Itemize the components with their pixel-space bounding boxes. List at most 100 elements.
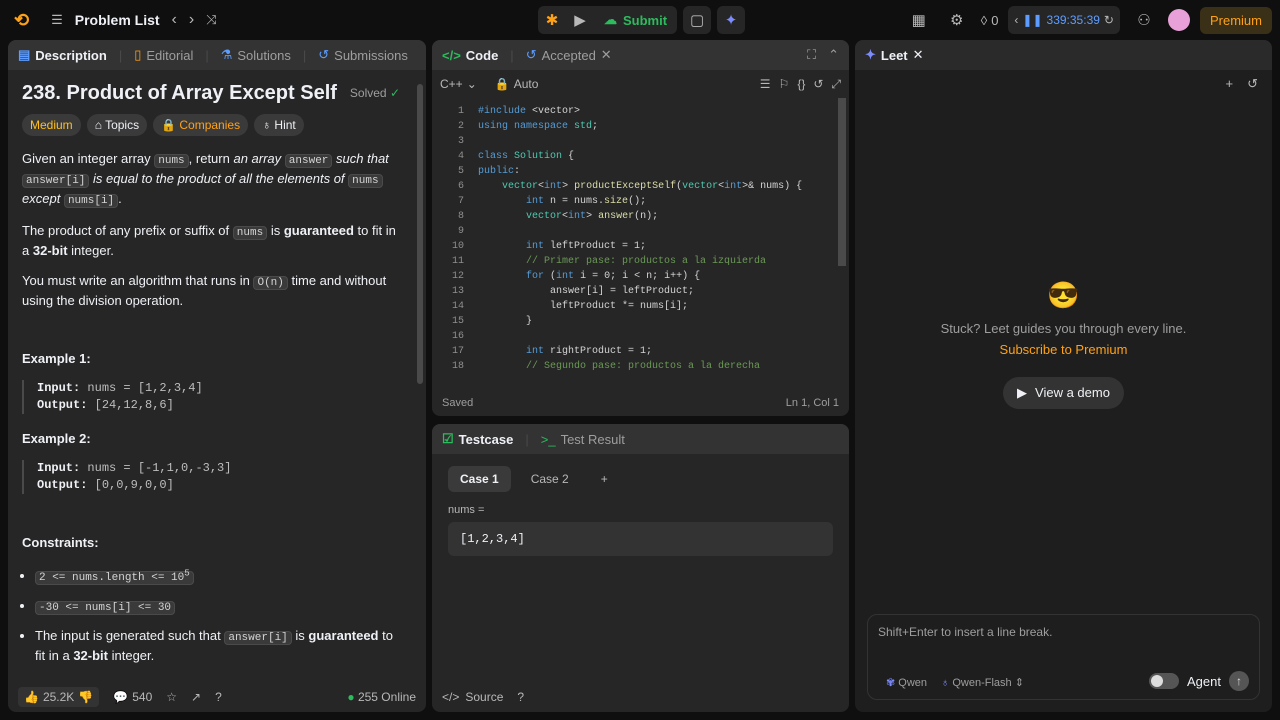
text: 32-bit — [73, 647, 108, 663]
chat-input[interactable]: Shift+Enter to insert a line break. ✾ Qw… — [867, 614, 1260, 700]
problem-title[interactable]: 238. Product of Array Except Self — [22, 83, 337, 103]
star-icon[interactable]: ☆ — [166, 690, 177, 704]
tag-icon: ⌂ — [94, 118, 102, 132]
problem-list-icon[interactable]: ☰ — [51, 12, 63, 28]
format-icon[interactable]: ☰ — [760, 77, 771, 91]
chevron-left-icon[interactable]: ‹ — [1014, 13, 1018, 27]
language-select[interactable]: C++ ⌄ — [440, 77, 477, 91]
tab-label: Editorial — [146, 47, 194, 63]
reset-code-icon[interactable]: ↺ — [813, 77, 823, 91]
timer[interactable]: ‹ ❚❚ 339:35:39 ↻ — [1008, 6, 1120, 34]
next-problem-icon[interactable]: › — [189, 11, 194, 29]
help-icon[interactable]: ? — [215, 690, 222, 704]
expand-icon[interactable]: ⤢ — [831, 77, 841, 92]
companies-tag[interactable]: 🔒 Companies — [153, 114, 249, 136]
editor-status-bar: Saved Ln 1, Col 1 — [432, 390, 849, 416]
case-1-tab[interactable]: Case 1 — [448, 466, 511, 492]
tab-accepted[interactable]: ↺ Accepted ✕ — [526, 47, 612, 63]
debug-icon[interactable]: ✱ — [538, 6, 566, 34]
avatar[interactable] — [1167, 9, 1190, 31]
auto-mode[interactable]: 🔒 Auto — [495, 77, 539, 91]
editor-scrollbar[interactable] — [838, 98, 846, 266]
model-qwen[interactable]: ✾ Qwen — [886, 676, 927, 689]
nums-input[interactable]: [1,2,3,4] — [448, 522, 833, 556]
reset-icon[interactable]: ↻ — [1104, 13, 1114, 27]
constraint-item: -30 <= nums[i] <= 30 — [35, 597, 400, 617]
code-editor[interactable]: 1 #include <vector> 2 using namespace std;… — [432, 98, 837, 386]
view-demo-button[interactable]: ▶ View a demo — [1003, 377, 1124, 409]
pause-icon[interactable]: ❚❚ — [1022, 13, 1042, 27]
case-2-tab[interactable]: Case 2 — [519, 466, 581, 492]
hint-tag[interactable]: ♁ Hint — [254, 114, 304, 136]
tab-test-result[interactable]: >_ Test Result — [541, 432, 625, 447]
tab-label: Accepted — [541, 47, 596, 63]
agent-toggle[interactable] — [1149, 673, 1180, 689]
source-button[interactable]: </> Source — [442, 690, 503, 704]
tab-code[interactable]: </> Code — [442, 48, 498, 63]
add-case-icon[interactable]: + — [589, 466, 620, 492]
line-number: 16 — [451, 331, 464, 342]
tab-leet[interactable]: ✦ Leet ✕ — [865, 47, 924, 63]
tab-editorial[interactable]: ▯ Editorial — [134, 47, 193, 63]
run-button[interactable]: ▶ — [566, 6, 594, 34]
comments-button[interactable]: 💬 540 — [113, 690, 152, 704]
maximize-icon[interactable]: ⛶ — [807, 47, 816, 63]
leetcode-logo-icon[interactable]: ⟲ — [14, 10, 29, 31]
comment-count: 540 — [132, 690, 153, 704]
checkbox-icon: ☑ — [442, 431, 454, 446]
online-count: ● 255 Online — [347, 690, 416, 704]
auto-label: Auto — [513, 77, 539, 91]
var-label: nums = — [448, 504, 485, 516]
settings-gear-icon[interactable]: ⚙ — [943, 6, 971, 34]
constraints-list: 2 <= nums.length <= 105 -30 <= nums[i] <… — [22, 564, 400, 665]
notes-icon[interactable]: ▢ — [683, 6, 712, 34]
inline-code: answer[i] — [224, 630, 292, 645]
submit-button[interactable]: ☁ Submit — [594, 6, 677, 34]
new-chat-icon[interactable]: + — [1226, 76, 1234, 92]
tab-testcase[interactable]: ☑ Testcase — [442, 431, 513, 447]
tab-solutions[interactable]: ⚗ Solutions — [221, 47, 291, 63]
scrollbar[interactable] — [417, 84, 423, 384]
layout-icon[interactable]: ▦ — [905, 6, 933, 34]
text: , return — [188, 151, 230, 166]
premium-button[interactable]: Premium — [1199, 6, 1272, 34]
prev-problem-icon[interactable]: ‹ — [172, 11, 177, 29]
leet-actions: + ↺ — [1226, 76, 1259, 92]
tab-submissions[interactable]: ↺ Submissions — [318, 47, 408, 63]
ai-sparkle-icon[interactable]: ✦ — [717, 6, 746, 34]
text: Given an integer array — [22, 151, 151, 166]
bookmark-icon[interactable]: ⚐ — [779, 77, 790, 91]
streak-counter[interactable]: ◊ 0 — [981, 13, 999, 28]
tab-description[interactable]: ▤ Description — [18, 47, 107, 63]
timer-value: 339:35:39 — [1046, 13, 1100, 27]
text: an array — [233, 151, 282, 166]
check-circle-icon: ✓ — [389, 86, 400, 100]
subscribe-link[interactable]: Subscribe to Premium — [855, 342, 1272, 357]
difficulty-badge: Medium — [22, 114, 81, 136]
input-label: Input: — [37, 461, 81, 475]
help-icon[interactable]: ? — [517, 690, 524, 704]
history-icon[interactable]: ↺ — [1247, 76, 1258, 92]
model-qwen-flash[interactable]: ♁ Qwen-Flash ⇕ — [941, 676, 1024, 689]
close-icon[interactable]: ✕ — [913, 47, 924, 63]
send-icon[interactable]: ↑ — [1229, 671, 1249, 691]
leet-empty-state: 😎 Stuck? Leet guides you through every l… — [855, 280, 1272, 409]
like-button[interactable]: 👍 25.2K 👎 — [18, 687, 100, 707]
topics-label: Topics — [105, 118, 140, 132]
constraint-item: 2 <= nums.length <= 105 — [35, 564, 400, 587]
text: such that — [336, 151, 389, 166]
sunglasses-emoji-icon: 😎 — [1047, 280, 1080, 310]
collapse-icon[interactable]: ⌃ — [828, 47, 839, 63]
thumbs-down-icon[interactable]: 👎 — [78, 690, 93, 704]
line-number: 1 — [457, 106, 464, 117]
problem-list-link[interactable]: Problem List — [75, 12, 160, 28]
close-icon[interactable]: ✕ — [601, 47, 612, 63]
topics-tag[interactable]: ⌂ Topics — [86, 114, 148, 136]
shuffle-icon[interactable]: ⤨ — [206, 12, 216, 28]
share-icon[interactable]: ↗ — [191, 690, 201, 704]
code-line: int leftProduct = 1; — [526, 241, 647, 252]
problem-header: 238. Product of Array Except Self Solved… — [22, 83, 400, 103]
add-friend-icon[interactable]: ⚇ — [1130, 6, 1158, 34]
braces-icon[interactable]: {} — [797, 77, 805, 91]
chevron-down-icon: ⌄ — [466, 77, 477, 91]
